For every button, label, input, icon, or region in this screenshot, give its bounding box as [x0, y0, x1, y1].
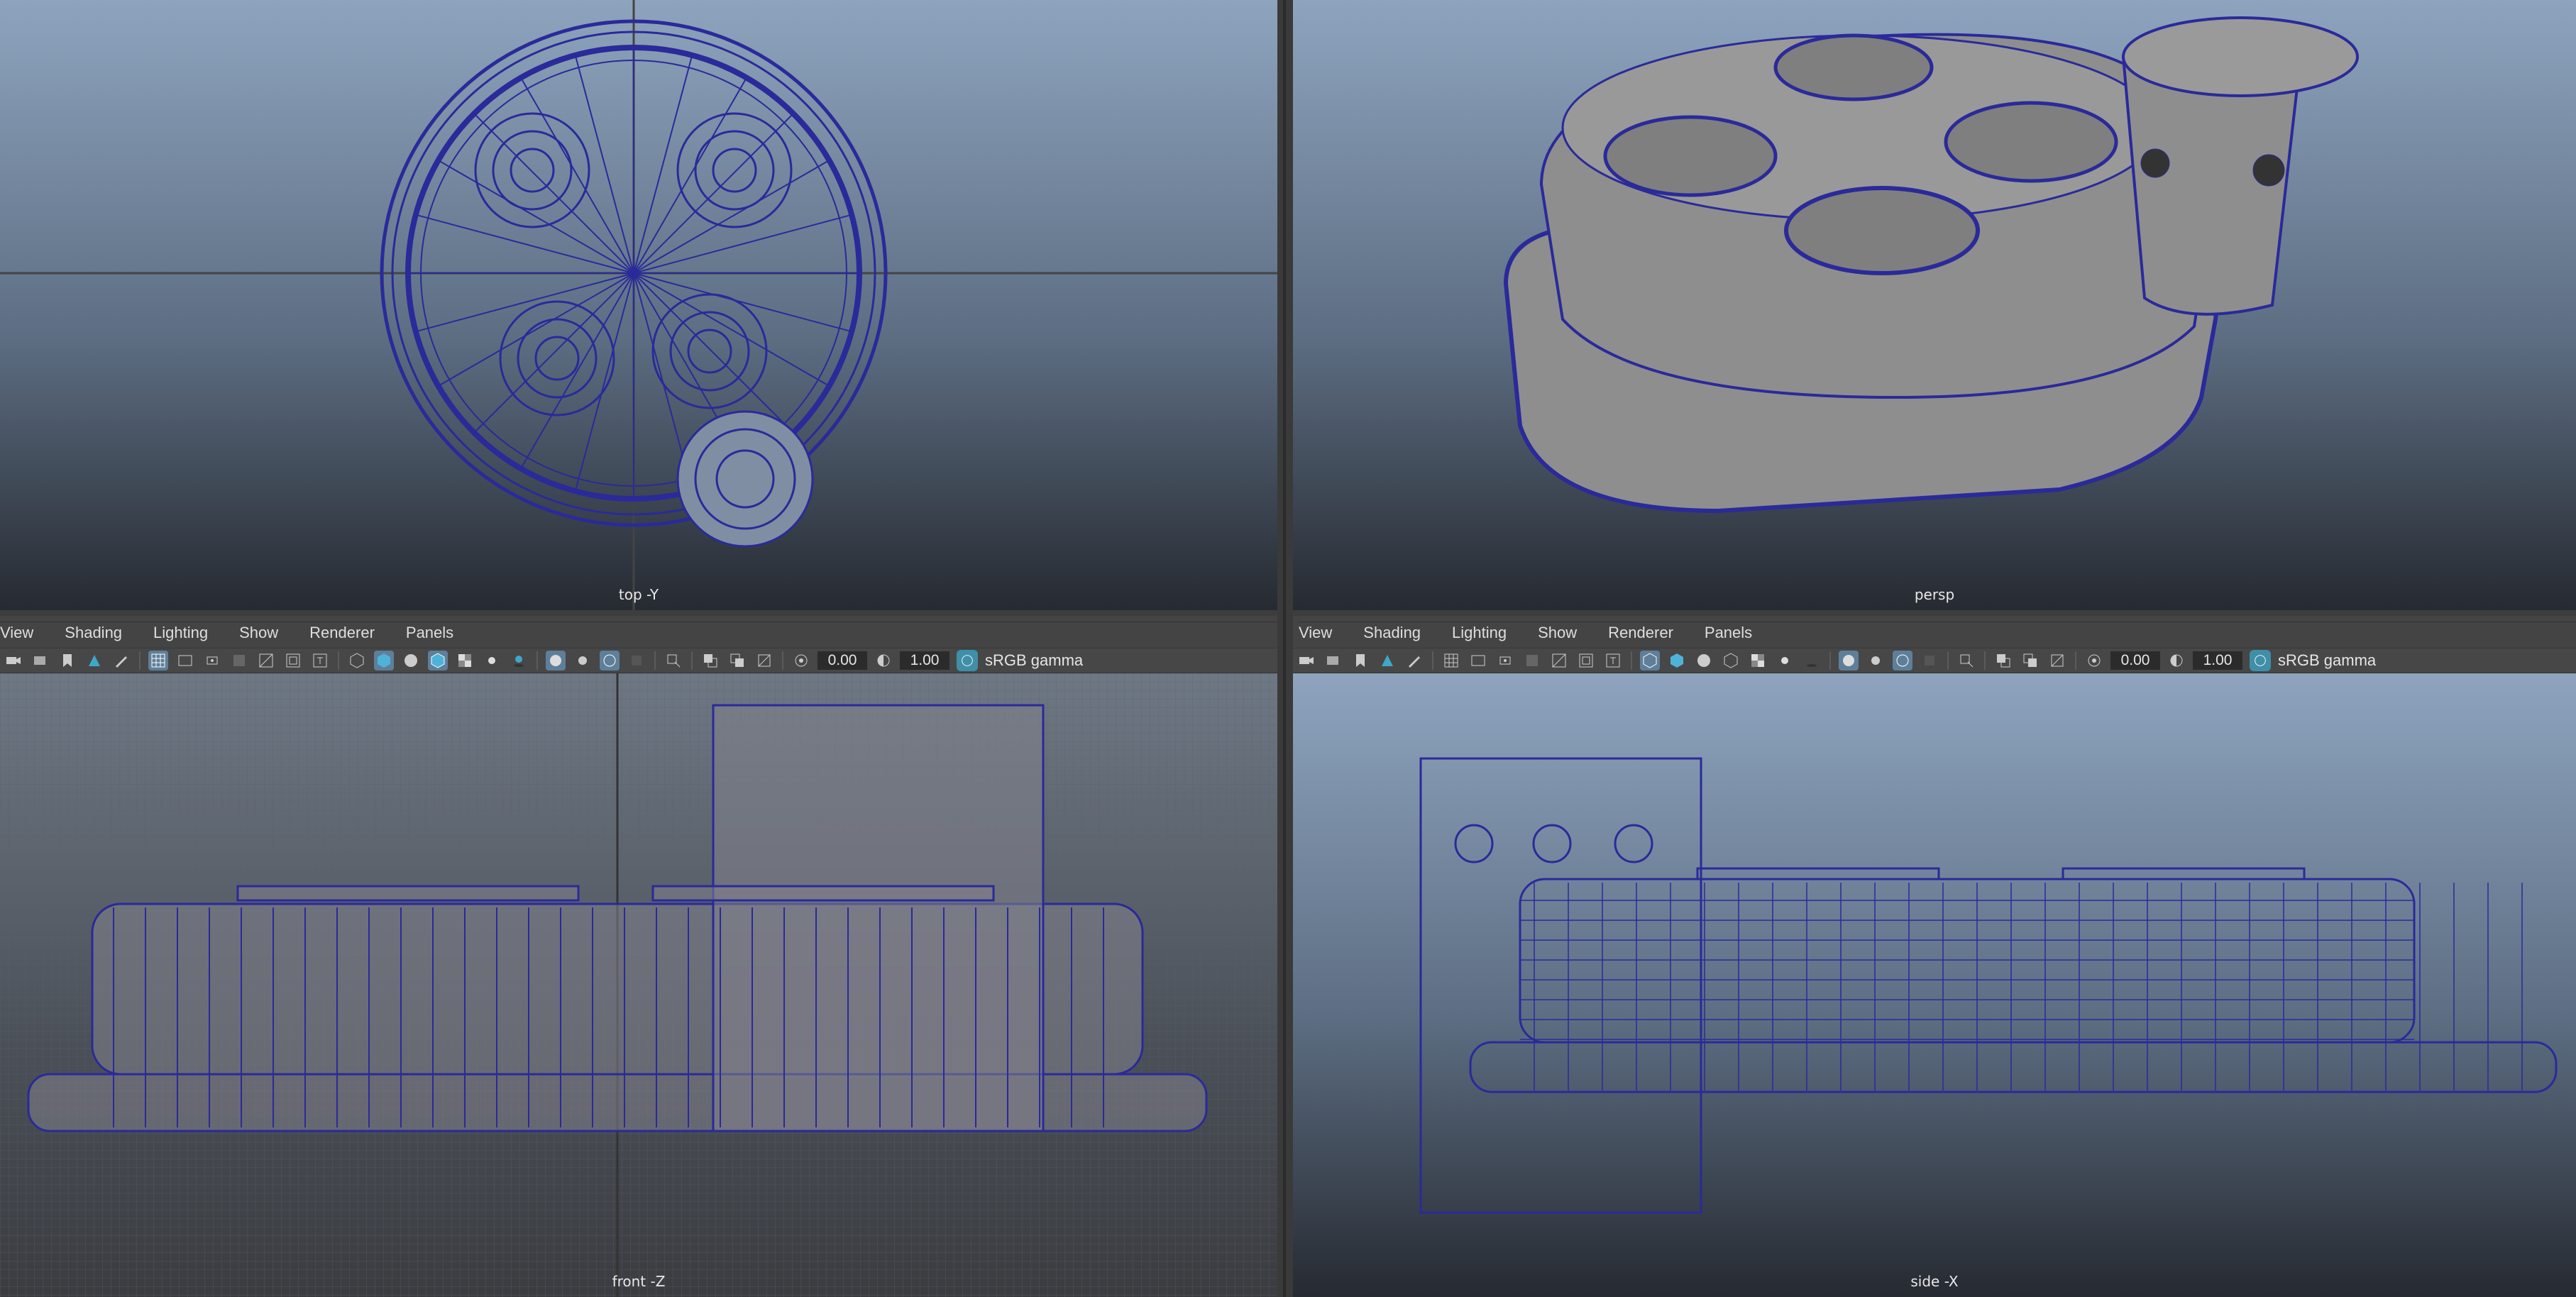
- xray-icon[interactable]: [1993, 651, 2013, 670]
- menu-renderer[interactable]: Renderer: [309, 624, 375, 642]
- viewport-side[interactable]: side -X: [1293, 673, 2576, 1297]
- safe-action-icon[interactable]: [1576, 651, 1596, 670]
- xray-joints-icon[interactable]: [754, 651, 774, 670]
- resolution-gate-icon[interactable]: [1495, 651, 1515, 670]
- motion-blur-icon[interactable]: [573, 651, 593, 670]
- default-material-icon[interactable]: [1694, 651, 1714, 670]
- film-gate-icon[interactable]: [175, 651, 195, 670]
- panel-toolbar-side: 0.00 1.00 sRGB gamma: [1293, 648, 2576, 673]
- anti-aliasing-icon[interactable]: [1893, 651, 1912, 670]
- isolate-select-icon[interactable]: [664, 651, 683, 670]
- menu-renderer[interactable]: Renderer: [1608, 624, 1673, 642]
- menu-show[interactable]: Show: [239, 624, 278, 642]
- grid-icon[interactable]: [148, 651, 168, 670]
- field-chart-icon[interactable]: [1549, 651, 1569, 670]
- menu-lighting[interactable]: Lighting: [1452, 624, 1507, 642]
- xray-joints-icon[interactable]: [2047, 651, 2067, 670]
- pencil-icon[interactable]: [1404, 651, 1424, 670]
- viewport-persp[interactable]: persp: [1293, 0, 2576, 610]
- front-view-wireframe: [0, 673, 1277, 1297]
- gamma-icon[interactable]: [874, 651, 893, 670]
- menu-panels[interactable]: Panels: [1705, 624, 1752, 642]
- depth-of-field-icon[interactable]: [1920, 651, 1939, 670]
- safe-title-icon[interactable]: [310, 651, 330, 670]
- image-plane-icon[interactable]: [1377, 651, 1397, 670]
- default-material-icon[interactable]: [401, 651, 421, 670]
- viewport-top[interactable]: top -Y: [0, 0, 1277, 610]
- wireframe-on-shaded-icon[interactable]: [1721, 651, 1741, 670]
- menu-lighting[interactable]: Lighting: [153, 624, 208, 642]
- safe-title-icon[interactable]: [1603, 651, 1623, 670]
- safe-action-icon[interactable]: [283, 651, 303, 670]
- bookmark-icon[interactable]: [57, 651, 77, 670]
- ambient-occlusion-icon[interactable]: [546, 651, 566, 670]
- panel-menubar-side: View Shading Lighting Show Renderer Pane…: [1299, 622, 2576, 644]
- grid-icon[interactable]: [1441, 651, 1461, 670]
- wireframe-on-shaded-icon[interactable]: [428, 651, 448, 670]
- exposure-icon[interactable]: [791, 651, 811, 670]
- color-space-label[interactable]: sRGB gamma: [985, 651, 1083, 670]
- exposure-icon[interactable]: [2084, 651, 2104, 670]
- isolate-select-icon[interactable]: [1956, 651, 1976, 670]
- smooth-shade-icon[interactable]: [374, 651, 394, 670]
- camera-attributes-icon[interactable]: [1323, 651, 1343, 670]
- resolution-gate-icon[interactable]: [202, 651, 222, 670]
- depth-of-field-icon[interactable]: [627, 651, 646, 670]
- menu-shading[interactable]: Shading: [65, 624, 122, 642]
- panel-toolbar-front: 0.00 1.00 sRGB gamma: [0, 648, 1277, 673]
- bookmark-icon[interactable]: [1350, 651, 1370, 670]
- film-gate-icon[interactable]: [1468, 651, 1488, 670]
- image-plane-icon[interactable]: [84, 651, 104, 670]
- motion-blur-icon[interactable]: [1866, 651, 1886, 670]
- camera-attributes-icon[interactable]: [31, 651, 50, 670]
- pencil-icon[interactable]: [111, 651, 131, 670]
- menu-view[interactable]: View: [1299, 624, 1332, 642]
- wireframe-icon[interactable]: [1640, 651, 1660, 670]
- menu-panels[interactable]: Panels: [406, 624, 453, 642]
- viewport-label-front: front -Z: [612, 1273, 666, 1290]
- panel-menubar-front: View Shading Lighting Show Renderer Pane…: [0, 622, 1277, 644]
- viewport-label-side: side -X: [1910, 1273, 1959, 1290]
- menu-shading[interactable]: Shading: [1363, 624, 1421, 642]
- lights-icon[interactable]: [482, 651, 502, 670]
- xray-icon[interactable]: [700, 651, 720, 670]
- gate-mask-icon[interactable]: [229, 651, 249, 670]
- exposure-field[interactable]: 0.00: [2110, 651, 2160, 670]
- viewport-front[interactable]: front -Z: [0, 673, 1277, 1297]
- viewport-label-top: top -Y: [618, 586, 659, 603]
- camera-icon[interactable]: [1297, 651, 1316, 670]
- wireframe-icon[interactable]: [347, 651, 367, 670]
- field-chart-icon[interactable]: [256, 651, 276, 670]
- xray-active-icon[interactable]: [727, 651, 747, 670]
- color-space-label[interactable]: sRGB gamma: [2278, 651, 2376, 670]
- gamma-field[interactable]: 1.00: [2193, 651, 2242, 670]
- exposure-field[interactable]: 0.00: [818, 651, 867, 670]
- anti-aliasing-icon[interactable]: [600, 651, 620, 670]
- lights-icon[interactable]: [1775, 651, 1795, 670]
- smooth-shade-icon[interactable]: [1667, 651, 1687, 670]
- camera-icon[interactable]: [4, 651, 23, 670]
- color-management-icon[interactable]: [2250, 650, 2271, 671]
- gamma-icon[interactable]: [2167, 651, 2186, 670]
- shadows-icon[interactable]: [509, 651, 529, 670]
- menu-show[interactable]: Show: [1538, 624, 1577, 642]
- side-view-wireframe: [1419, 757, 2558, 1214]
- color-management-icon[interactable]: [957, 650, 978, 671]
- top-view-wireframe: [0, 0, 1277, 610]
- viewport-label-persp: persp: [1914, 586, 1955, 603]
- textured-icon[interactable]: [1748, 651, 1768, 670]
- xray-active-icon[interactable]: [2020, 651, 2040, 670]
- gamma-field[interactable]: 1.00: [900, 651, 950, 670]
- persp-view-model: [1503, 16, 2359, 514]
- shadows-icon[interactable]: [1802, 651, 1822, 670]
- gate-mask-icon[interactable]: [1522, 651, 1542, 670]
- ambient-occlusion-icon[interactable]: [1839, 651, 1859, 670]
- textured-icon[interactable]: [455, 651, 475, 670]
- menu-view[interactable]: View: [0, 624, 33, 642]
